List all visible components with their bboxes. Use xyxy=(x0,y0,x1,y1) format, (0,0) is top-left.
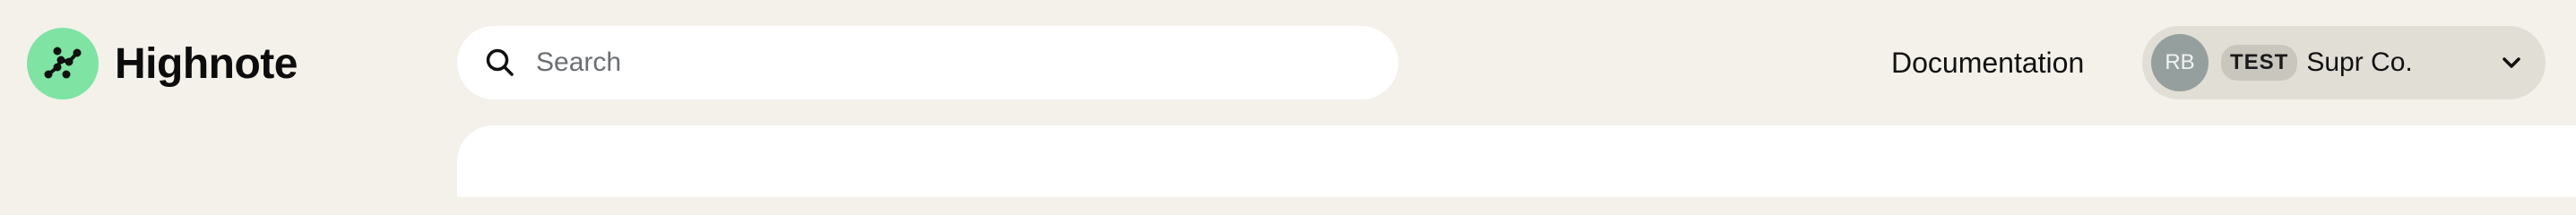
avatar: RB xyxy=(2151,34,2209,91)
chevron-down-icon[interactable] xyxy=(2497,48,2526,77)
search-bar[interactable] xyxy=(457,26,1398,99)
search-icon xyxy=(482,45,518,81)
documentation-link[interactable]: Documentation xyxy=(1891,41,2084,84)
account-switcher[interactable]: RB TEST Supr Co. xyxy=(2142,26,2546,99)
environment-badge: TEST xyxy=(2221,45,2298,81)
brand[interactable]: Highnote xyxy=(27,28,298,99)
search-input[interactable] xyxy=(534,35,1398,90)
highnote-logo-icon xyxy=(27,28,99,99)
app-shell: Highnote Documentation RB TEST Supr Co. xyxy=(0,0,2576,197)
brand-name: Highnote xyxy=(115,39,298,88)
organization-name: Supr Co. xyxy=(2306,47,2413,77)
main-content-panel xyxy=(457,125,2576,197)
